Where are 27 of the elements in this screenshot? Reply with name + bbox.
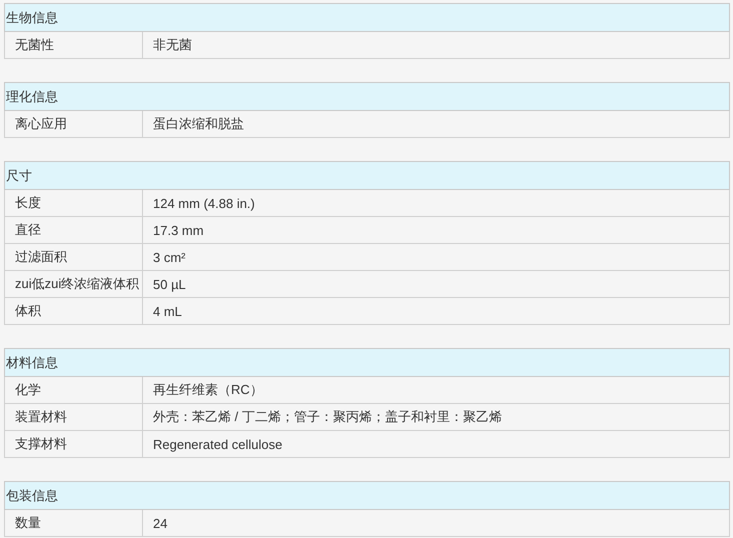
property-label: 离心应用 [4, 110, 142, 138]
property-value: Regenerated cellulose [142, 430, 730, 458]
property-value: 3 cm² [142, 244, 730, 270]
property-value: 24 [142, 510, 730, 536]
property-label: 装置材料 [4, 404, 142, 430]
property-value: 4 mL [142, 298, 730, 324]
property-label: zui低zui终浓缩液体积 [4, 270, 142, 298]
property-label: 直径 [4, 216, 142, 244]
property-label: 支撑材料 [4, 430, 142, 458]
property-value: 蛋白浓缩和脱盐 [142, 110, 730, 138]
section-header: 包装信息 [4, 482, 730, 510]
property-label: 长度 [4, 190, 142, 216]
property-value: 50 µL [142, 270, 730, 298]
section-header: 生物信息 [4, 4, 730, 32]
section-header: 材料信息 [4, 348, 730, 376]
property-label: 体积 [4, 298, 142, 324]
section-header: 尺寸 [4, 162, 730, 190]
property-label: 数量 [4, 510, 142, 536]
property-value: 124 mm (4.88 in.) [142, 190, 730, 216]
property-label: 化学 [4, 376, 142, 404]
property-value: 外壳：苯乙烯 / 丁二烯；管子：聚丙烯；盖子和衬里：聚乙烯 [142, 404, 730, 430]
section-header: 理化信息 [4, 82, 730, 110]
property-value: 再生纤维素（RC） [142, 376, 730, 404]
property-value: 非无菌 [142, 32, 730, 58]
property-label: 过滤面积 [4, 244, 142, 270]
property-label: 无菌性 [4, 32, 142, 58]
property-value: 17.3 mm [142, 216, 730, 244]
